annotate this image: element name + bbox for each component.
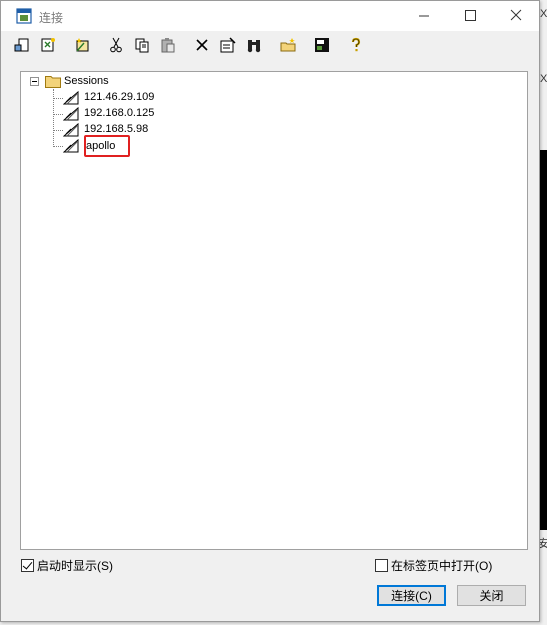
- properties-icon: [220, 37, 236, 53]
- minimize-icon: [419, 15, 429, 17]
- tree-collapse-toggle[interactable]: [30, 77, 39, 86]
- window-title: 连接: [39, 11, 64, 25]
- connect-dialog: 连接 Sessions 121.46.29.109 192.168.0.125 …: [0, 0, 540, 622]
- background-fragment: X: [540, 73, 547, 85]
- show-on-startup-label: 启动时显示(S): [37, 558, 113, 573]
- toolbar-wizard-button[interactable]: [71, 34, 93, 56]
- show-on-startup-option[interactable]: 启动时显示(S): [21, 557, 113, 573]
- delete-icon: [196, 39, 208, 51]
- toolbar-cut-button[interactable]: [105, 34, 127, 56]
- close-icon: [510, 9, 522, 21]
- session-icon: [63, 106, 79, 121]
- toolbar-desktop-button[interactable]: [311, 34, 333, 56]
- background-fragment: X: [540, 8, 547, 20]
- toolbar-paste-button[interactable]: [157, 34, 179, 56]
- tree-root-label[interactable]: Sessions: [64, 75, 109, 87]
- toolbar-connect-button[interactable]: [11, 34, 33, 56]
- toolbar-find-button[interactable]: [243, 34, 265, 56]
- folder-icon: [45, 76, 61, 88]
- cut-icon: [110, 37, 122, 53]
- session-rename-box[interactable]: [84, 135, 130, 157]
- help-icon: [351, 37, 361, 52]
- minimize-button[interactable]: [401, 1, 447, 31]
- new-session-icon: [41, 38, 55, 52]
- background-terminal-right: [540, 150, 547, 530]
- open-in-tab-label: 在标签页中打开(O): [391, 558, 493, 573]
- toolbar-help-button[interactable]: [345, 34, 367, 56]
- new-folder-icon: [280, 38, 296, 52]
- open-in-tab-checkbox[interactable]: [375, 558, 388, 572]
- toolbar-new-session-button[interactable]: [37, 34, 59, 56]
- app-icon: [16, 8, 32, 24]
- desktop-icon: [315, 38, 329, 52]
- copy-icon: [135, 38, 149, 53]
- find-icon: [247, 40, 261, 53]
- toolbar-copy-button[interactable]: [131, 34, 153, 56]
- toolbar-new-folder-button[interactable]: [277, 34, 299, 56]
- connect-button[interactable]: 连接(C): [377, 585, 446, 606]
- session-icon: [63, 90, 79, 105]
- paste-icon: [161, 38, 175, 53]
- wizard-icon: [76, 38, 89, 52]
- session-rename-input[interactable]: [86, 138, 126, 154]
- maximize-icon: [465, 10, 476, 21]
- tree-connector: [53, 130, 63, 131]
- session-label: 192.168.0.125: [84, 107, 155, 119]
- title-bar[interactable]: 连接: [1, 1, 539, 31]
- session-tree[interactable]: Sessions 121.46.29.109 192.168.0.125 192…: [20, 71, 528, 550]
- tree-connector: [53, 114, 63, 115]
- show-on-startup-checkbox[interactable]: [21, 558, 34, 572]
- tree-connector: [53, 146, 63, 147]
- close-button[interactable]: 关闭: [457, 585, 526, 606]
- toolbar-delete-button[interactable]: [191, 34, 213, 56]
- connect-icon: [14, 38, 29, 52]
- session-label: 121.46.29.109: [84, 91, 155, 103]
- session-icon: [63, 138, 79, 153]
- toolbar: [9, 32, 529, 58]
- open-in-tab-option[interactable]: 在标签页中打开(O): [375, 557, 492, 573]
- close-window-button[interactable]: [493, 1, 539, 31]
- session-label: 192.168.5.98: [84, 123, 149, 135]
- maximize-button[interactable]: [447, 1, 493, 31]
- tree-connector: [53, 98, 63, 99]
- toolbar-properties-button[interactable]: [217, 34, 239, 56]
- session-icon: [63, 122, 79, 137]
